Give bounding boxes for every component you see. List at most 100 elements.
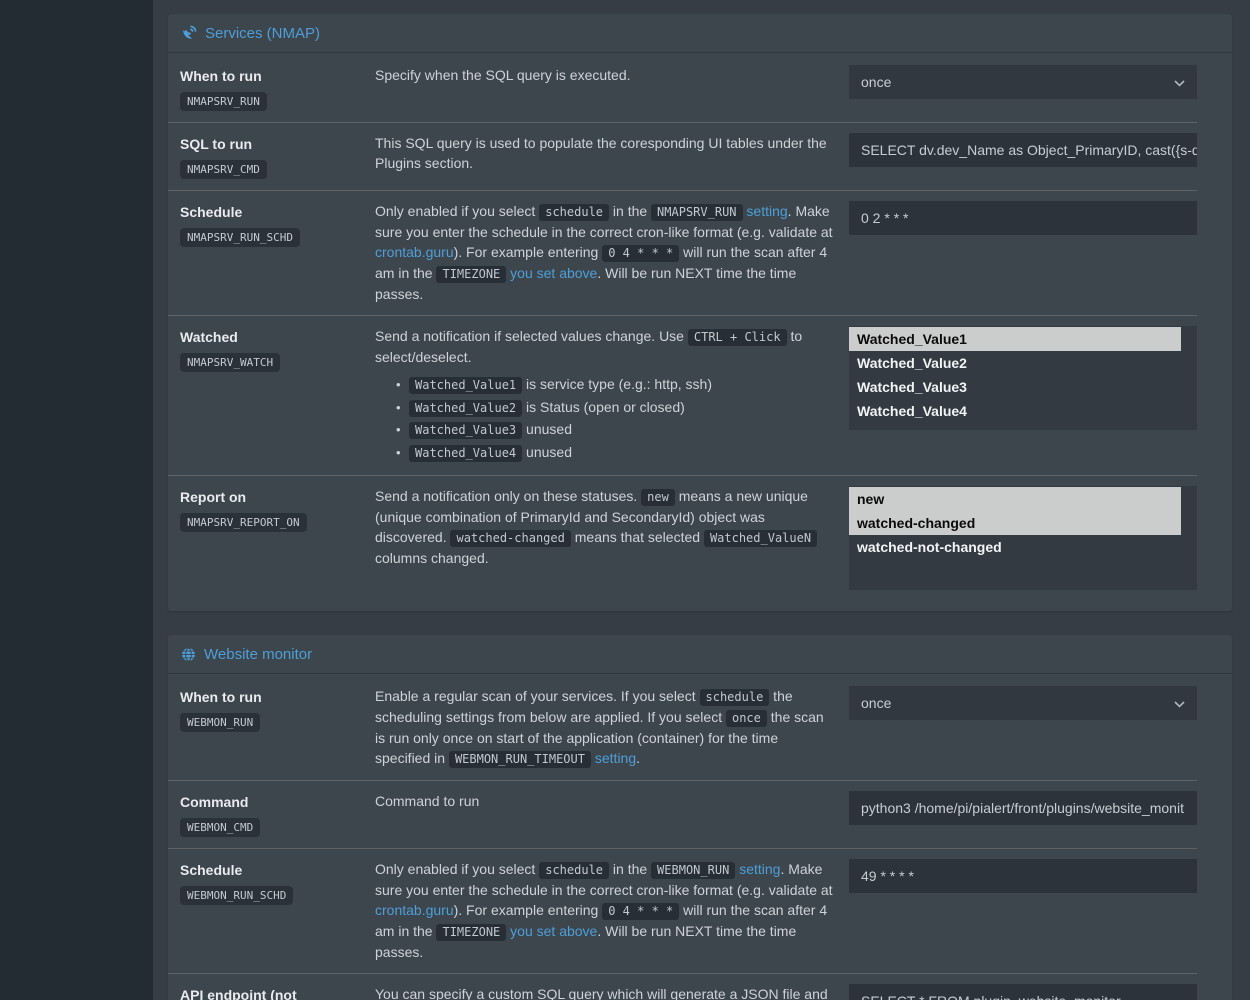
inline-code-badge: once (726, 710, 767, 727)
setting-description: Send a notification if selected values c… (375, 326, 849, 464)
description-text: . (636, 750, 640, 766)
nmapsrv-report-on-listbox[interactable]: newwatched-changedwatched-not-changed (849, 486, 1197, 590)
description-link[interactable]: setting (739, 861, 780, 877)
setting-key-badge: WEBMON_CMD (180, 818, 260, 837)
nmapsrv-run-schd-input[interactable]: 0 2 * * * (849, 201, 1197, 235)
section-title: Services (NMAP) (205, 25, 320, 42)
nmapsrv-run-select[interactable]: once (849, 65, 1197, 99)
inline-code-badge: Watched_Value1 (409, 377, 522, 394)
input-value: SELECT dv.dev_Name as Object_PrimaryID, … (861, 142, 1197, 158)
setting-key-badge: NMAPSRV_CMD (180, 160, 267, 179)
setting-input-column: newwatched-changedwatched-not-changed (849, 486, 1197, 590)
setting-label-column: Schedule NMAPSRV_RUN_SCHD (180, 201, 375, 304)
inline-code-badge: schedule (539, 204, 609, 221)
setting-label: Report on (180, 486, 375, 507)
description-text: unused (522, 444, 572, 460)
listbox-option[interactable]: new (849, 487, 1181, 511)
section-body: When to runNMAPSRV_RUNSpecify when the S… (168, 53, 1232, 611)
section-header: Website monitor (168, 635, 1232, 674)
description-text: means that selected (571, 529, 704, 545)
setting-description: Only enabled if you select schedule in t… (375, 201, 849, 304)
inline-code-badge: WEBMON_RUN_TIMEOUT (449, 751, 591, 768)
setting-row: SQL to runNMAPSRV_CMDThis SQL query is u… (168, 122, 1232, 190)
description-link[interactable]: you set above (510, 923, 597, 939)
setting-label: Schedule (180, 201, 375, 222)
description-text: is Status (open or closed) (522, 399, 685, 415)
description-text: Send a notification if selected values c… (375, 328, 688, 344)
description-text: Specify when the SQL query is executed. (375, 67, 631, 83)
description-text: You can specify a custom SQL query which… (375, 986, 828, 1000)
description-text: is service type (e.g.: http, ssh) (522, 376, 712, 392)
setting-label-column: When to runNMAPSRV_RUN (180, 65, 375, 111)
setting-description: This SQL query is used to populate the c… (375, 133, 849, 179)
inline-code-badge: schedule (539, 862, 609, 879)
setting-description: You can specify a custom SQL query which… (375, 984, 849, 1000)
list-item: Watched_Value1 is service type (e.g.: ht… (409, 374, 833, 397)
list-item: Watched_Value2 is Status (open or closed… (409, 397, 833, 420)
setting-row: When to runNMAPSRV_RUNSpecify when the S… (168, 54, 1232, 122)
setting-input-column: SELECT dv.dev_Name as Object_PrimaryID, … (849, 133, 1197, 179)
description-text: unused (522, 421, 572, 437)
setting-label: Command (180, 791, 375, 812)
listbox-option[interactable]: watched-changed (849, 511, 1181, 535)
inline-code-badge: TIMEZONE (436, 266, 506, 283)
setting-label: When to run (180, 686, 375, 707)
setting-key-badge: NMAPSRV_RUN (180, 92, 267, 111)
setting-description: Enable a regular scan of your services. … (375, 686, 849, 769)
inline-code-badge: 0 4 * * * (602, 245, 679, 262)
chevron-down-icon (1174, 695, 1185, 711)
webmon-api-sql-input[interactable]: SELECT * FROM plugin_website_monitor (849, 984, 1197, 1000)
setting-row: API endpoint (not implemented)WEBMON_API… (168, 973, 1232, 1000)
description-text: Command to run (375, 793, 479, 809)
description-link[interactable]: you set above (510, 265, 597, 281)
webmon-cmd-input[interactable]: python3 /home/pi/pialert/front/plugins/w… (849, 791, 1197, 825)
listbox-option[interactable]: Watched_Value2 (849, 351, 1181, 375)
listbox-option[interactable]: Watched_Value3 (849, 375, 1181, 399)
input-value: 0 2 * * * (861, 210, 908, 226)
description-text: Enable a regular scan of your services. … (375, 688, 700, 704)
setting-row: Schedule WEBMON_RUN_SCHD Only enabled if y… (168, 848, 1232, 973)
inline-code-badge: NMAPSRV_RUN (651, 204, 742, 221)
app-layout: Services (NMAP)When to runNMAPSRV_RUNSpe… (0, 0, 1250, 1000)
setting-key-badge: WEBMON_RUN_SCHD (180, 886, 293, 905)
nmapsrv-cmd-input[interactable]: SELECT dv.dev_Name as Object_PrimaryID, … (849, 133, 1197, 167)
description-text: Send a notification only on these status… (375, 488, 641, 504)
listbox-option[interactable]: Watched_Value1 (849, 327, 1181, 351)
setting-label-column: SQL to runNMAPSRV_CMD (180, 133, 375, 179)
listbox-option[interactable]: watched-not-changed (849, 535, 1181, 559)
section-body: When to runWEBMON_RUNEnable a regular sc… (168, 674, 1232, 1000)
globe-icon (181, 647, 196, 662)
description-text: in the (609, 203, 651, 219)
setting-row: WatchedNMAPSRV_WATCHSend a notification … (168, 315, 1232, 475)
setting-row: When to runWEBMON_RUNEnable a regular sc… (168, 675, 1232, 780)
listbox-option[interactable]: Watched_Value4 (849, 399, 1181, 423)
nmapsrv-watch-listbox[interactable]: Watched_Value1Watched_Value2Watched_Valu… (849, 326, 1197, 430)
inline-code-badge: schedule (700, 689, 770, 706)
setting-description: Specify when the SQL query is executed. (375, 65, 849, 111)
description-link[interactable]: setting (595, 750, 636, 766)
webmon-run-select[interactable]: once (849, 686, 1197, 720)
setting-row: Report onNMAPSRV_REPORT_ONSend a notific… (168, 475, 1232, 601)
setting-key-badge: NMAPSRV_RUN_SCHD (180, 228, 300, 247)
settings-section-card: Services (NMAP) When to runNMAPSRV_RUNSpe… (168, 14, 1232, 611)
setting-description: Only enabled if you select schedule in t… (375, 859, 849, 962)
setting-label-column: WatchedNMAPSRV_WATCH (180, 326, 375, 464)
setting-row: Command WEBMON_CMD Command to run python3 /… (168, 780, 1232, 848)
settings-section-card: Website monitorWhen to runWEBMON_RUNEnab… (168, 635, 1232, 1000)
setting-input-column: SELECT * FROM plugin_website_monitor (849, 984, 1197, 1000)
input-value: python3 /home/pi/pialert/front/plugins/w… (861, 800, 1184, 816)
input-value: 49 * * * * (861, 868, 914, 884)
description-text: ). For example entering (454, 244, 603, 260)
description-link[interactable]: setting (746, 203, 787, 219)
input-value: SELECT * FROM plugin_website_monitor (861, 993, 1121, 1000)
description-link[interactable]: crontab.guru (375, 902, 454, 918)
setting-input-column: 49 * * * * (849, 859, 1197, 962)
satellite-dish-icon (181, 25, 197, 41)
webmon-run-schd-input[interactable]: 49 * * * * (849, 859, 1197, 893)
setting-label-column: Schedule WEBMON_RUN_SCHD (180, 859, 375, 962)
setting-input-column: python3 /home/pi/pialert/front/plugins/w… (849, 791, 1197, 837)
description-link[interactable]: crontab.guru (375, 244, 454, 260)
select-value: once (861, 695, 891, 711)
inline-code-badge: new (641, 489, 675, 506)
setting-label: Schedule (180, 859, 375, 880)
